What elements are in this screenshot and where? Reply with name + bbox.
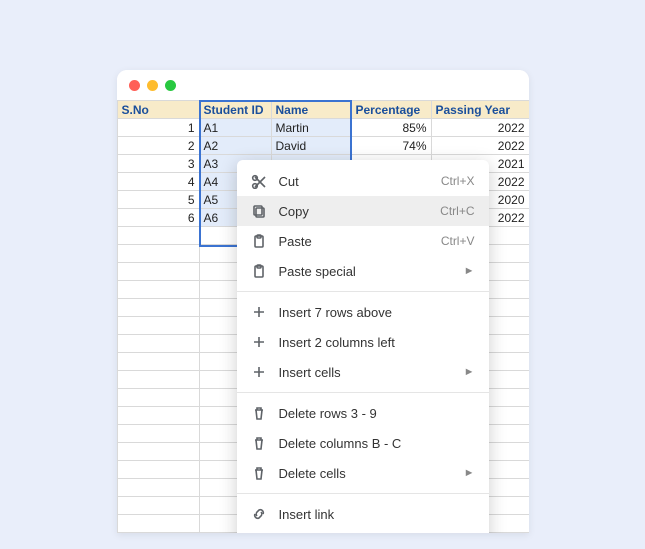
trash-icon bbox=[251, 465, 267, 481]
menu-item-delete-columns-b-c[interactable]: Delete columns B - C bbox=[237, 428, 489, 458]
trash-icon bbox=[251, 405, 267, 421]
header-percentage[interactable]: Percentage bbox=[351, 101, 431, 119]
menu-item-label: Insert cells bbox=[279, 365, 452, 380]
menu-item-label: Insert 2 columns left bbox=[279, 335, 475, 350]
cell-sno[interactable]: 5 bbox=[117, 191, 199, 209]
cell-year[interactable]: 2022 bbox=[431, 137, 529, 155]
copy-icon bbox=[251, 203, 267, 219]
menu-separator bbox=[237, 493, 489, 494]
plus-icon bbox=[251, 364, 267, 380]
header-passing-year[interactable]: Passing Year bbox=[431, 101, 529, 119]
menu-item-label: Delete columns B - C bbox=[279, 436, 475, 451]
titlebar bbox=[117, 70, 529, 100]
cell-student-id[interactable]: A1 bbox=[199, 119, 271, 137]
cell-sno[interactable]: 1 bbox=[117, 119, 199, 137]
menu-item-insert-2-columns-left[interactable]: Insert 2 columns left bbox=[237, 327, 489, 357]
cell-sno[interactable]: 2 bbox=[117, 137, 199, 155]
cell-percentage[interactable]: 74% bbox=[351, 137, 431, 155]
menu-item-label: Delete cells bbox=[279, 466, 452, 481]
header-name[interactable]: Name bbox=[271, 101, 351, 119]
context-menu[interactable]: Cut Ctrl+X Copy Ctrl+C Paste Ctrl+V Paste spec… bbox=[237, 160, 489, 533]
cell-percentage[interactable]: 85% bbox=[351, 119, 431, 137]
close-icon[interactable] bbox=[129, 80, 140, 91]
menu-item-insert-7-rows-above[interactable]: Insert 7 rows above bbox=[237, 297, 489, 327]
table-row[interactable]: 1A1Martin85%2022 bbox=[117, 119, 529, 137]
menu-item-delete-rows-3-9[interactable]: Delete rows 3 - 9 bbox=[237, 398, 489, 428]
menu-item-cut[interactable]: Cut Ctrl+X bbox=[237, 166, 489, 196]
menu-item-comment[interactable]: CommentCtrl+Alt+M bbox=[237, 529, 489, 533]
plus-icon bbox=[251, 334, 267, 350]
app-window: S.No Student ID Name Percentage Passing … bbox=[117, 70, 529, 533]
trash-icon bbox=[251, 435, 267, 451]
header-row: S.No Student ID Name Percentage Passing … bbox=[117, 101, 529, 119]
menu-item-label: Copy bbox=[279, 204, 429, 219]
plus-icon bbox=[251, 304, 267, 320]
header-student-id[interactable]: Student ID bbox=[199, 101, 271, 119]
cell-sno[interactable]: 4 bbox=[117, 173, 199, 191]
submenu-arrow-icon: ► bbox=[464, 366, 475, 378]
link-icon bbox=[251, 506, 267, 522]
cell-name[interactable]: Martin bbox=[271, 119, 351, 137]
cell-name[interactable]: David bbox=[271, 137, 351, 155]
cut-icon bbox=[251, 173, 267, 189]
minimize-icon[interactable] bbox=[147, 80, 158, 91]
menu-item-label: Insert 7 rows above bbox=[279, 305, 475, 320]
cell-year[interactable]: 2022 bbox=[431, 119, 529, 137]
menu-item-label: Delete rows 3 - 9 bbox=[279, 406, 475, 421]
menu-separator bbox=[237, 291, 489, 292]
menu-item-label: Paste bbox=[279, 234, 429, 249]
menu-item-delete-cells[interactable]: Delete cells ► bbox=[237, 458, 489, 488]
zoom-icon[interactable] bbox=[165, 80, 176, 91]
menu-item-paste[interactable]: Paste Ctrl+V bbox=[237, 226, 489, 256]
paste-special-icon bbox=[251, 263, 267, 279]
spreadsheet[interactable]: S.No Student ID Name Percentage Passing … bbox=[117, 100, 529, 533]
menu-item-insert-link[interactable]: Insert link bbox=[237, 499, 489, 529]
menu-item-insert-cells[interactable]: Insert cells ► bbox=[237, 357, 489, 387]
menu-separator bbox=[237, 392, 489, 393]
shortcut-label: Ctrl+V bbox=[441, 234, 475, 248]
menu-item-paste-special[interactable]: Paste special ► bbox=[237, 256, 489, 286]
table-row[interactable]: 2A2David74%2022 bbox=[117, 137, 529, 155]
submenu-arrow-icon: ► bbox=[464, 265, 475, 277]
shortcut-label: Ctrl+C bbox=[440, 204, 474, 218]
menu-item-copy[interactable]: Copy Ctrl+C bbox=[237, 196, 489, 226]
cell-sno[interactable]: 3 bbox=[117, 155, 199, 173]
submenu-arrow-icon: ► bbox=[464, 467, 475, 479]
shortcut-label: Ctrl+X bbox=[441, 174, 475, 188]
cell-student-id[interactable]: A2 bbox=[199, 137, 271, 155]
paste-icon bbox=[251, 233, 267, 249]
header-sno[interactable]: S.No bbox=[117, 101, 199, 119]
menu-item-label: Insert link bbox=[279, 507, 475, 522]
cell-sno[interactable]: 6 bbox=[117, 209, 199, 227]
menu-item-label: Paste special bbox=[279, 264, 452, 279]
menu-item-label: Cut bbox=[279, 174, 429, 189]
